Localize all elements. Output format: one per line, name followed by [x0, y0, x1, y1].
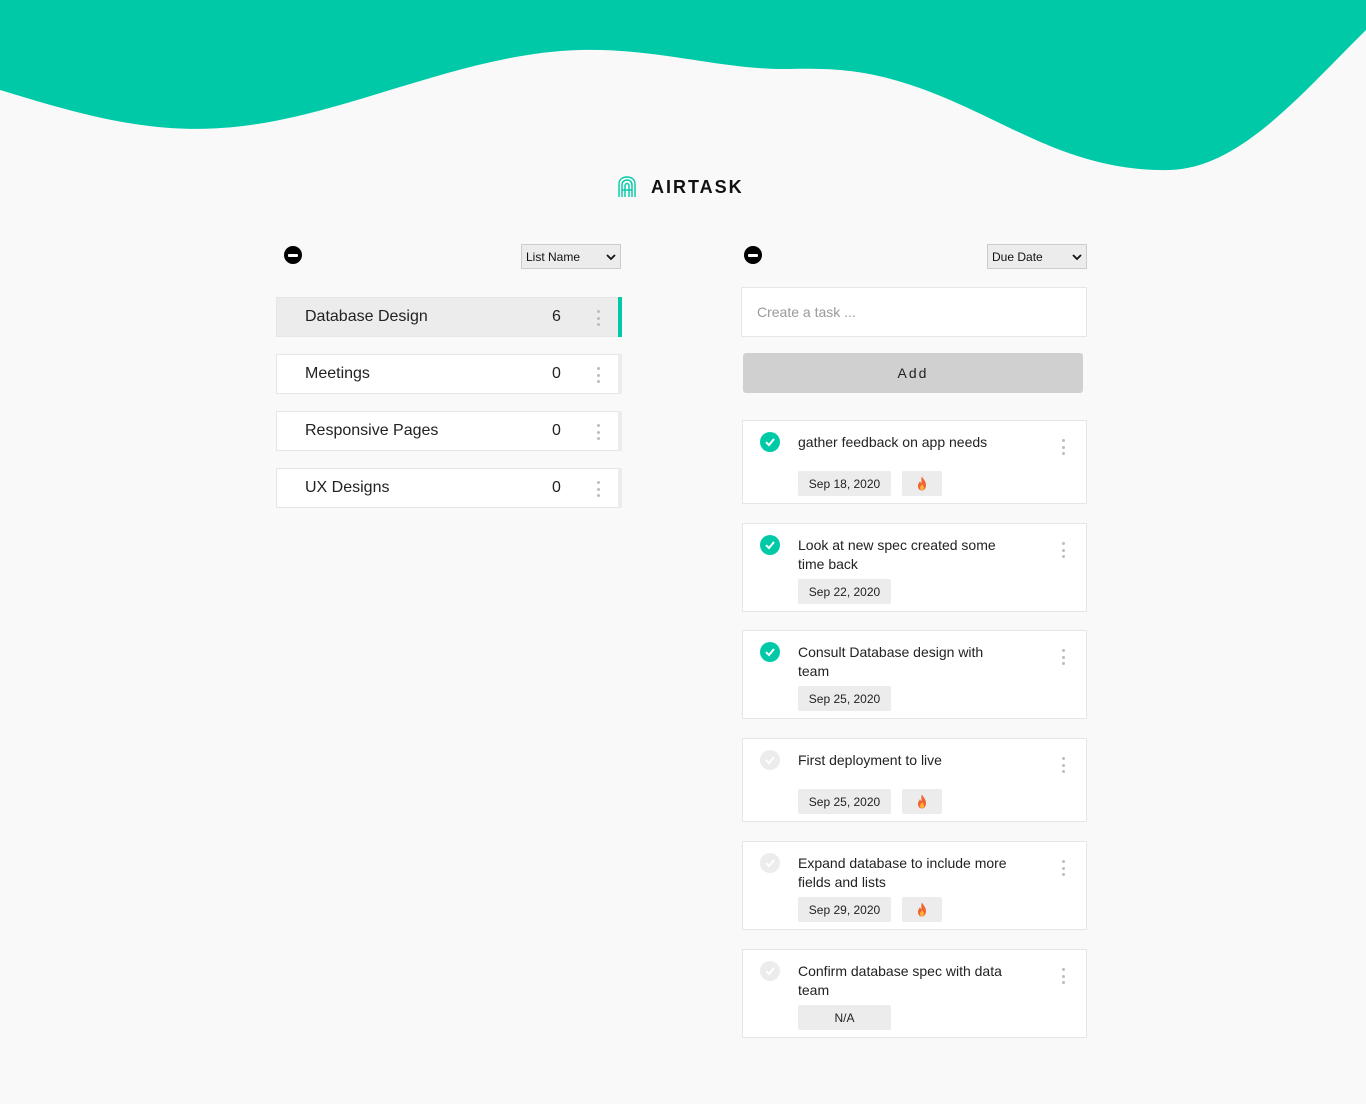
- list-name: Responsive Pages: [305, 422, 439, 439]
- task-sort-select[interactable]: Due Date: [987, 244, 1087, 269]
- fire-icon: [918, 902, 926, 917]
- list-name: Database Design: [305, 308, 428, 325]
- list-sort-select[interactable]: List Name: [521, 244, 621, 269]
- add-task-button[interactable]: Add: [743, 353, 1083, 393]
- task-text: gather feedback on app needs: [798, 434, 988, 450]
- list-count: 0: [552, 365, 561, 382]
- due-date-badge: Sep 25, 2020: [798, 686, 891, 711]
- due-date-badge: Sep 18, 2020: [798, 471, 891, 496]
- brand: AIRTASK: [617, 176, 744, 198]
- due-date-badge: Sep 29, 2020: [798, 897, 891, 922]
- list-options-icon[interactable]: [596, 424, 600, 440]
- task-card[interactable]: Expand database to include more fields a…: [742, 841, 1087, 930]
- header-wave: [0, 0, 1366, 171]
- list-name: UX Designs: [305, 479, 390, 496]
- due-date-badge: N/A: [798, 1005, 891, 1030]
- list-item-database-design[interactable]: Database Design 6: [276, 297, 622, 337]
- task-done-check[interactable]: [760, 853, 780, 873]
- create-task-input[interactable]: [741, 287, 1087, 337]
- task-options-icon[interactable]: [1061, 649, 1065, 665]
- task-sort-value: Due Date: [992, 249, 1043, 264]
- list-edge: [618, 468, 622, 508]
- check-icon: [765, 967, 775, 976]
- list-edge: [618, 354, 622, 394]
- check-icon: [765, 438, 775, 447]
- list-item-responsive-pages[interactable]: Responsive Pages 0: [276, 411, 622, 451]
- check-icon: [765, 648, 775, 657]
- list-count: 6: [552, 308, 561, 325]
- check-icon: [765, 756, 775, 765]
- task-text: Expand database to include more fields a…: [798, 855, 1007, 890]
- collapse-tasks-button[interactable]: [744, 246, 762, 264]
- list-item-ux-designs[interactable]: UX Designs 0: [276, 468, 622, 508]
- fire-icon: [918, 476, 926, 491]
- task-text: Confirm database spec with data team: [798, 963, 1002, 998]
- task-options-icon[interactable]: [1061, 542, 1065, 558]
- task-done-check[interactable]: [760, 535, 780, 555]
- task-options-icon[interactable]: [1061, 439, 1065, 455]
- task-options-icon[interactable]: [1061, 968, 1065, 984]
- list-count: 0: [552, 479, 561, 496]
- task-card[interactable]: First deployment to live Sep 25, 2020: [742, 738, 1087, 822]
- list-options-icon[interactable]: [596, 367, 600, 383]
- due-date-badge: Sep 25, 2020: [798, 789, 891, 814]
- task-text: First deployment to live: [798, 752, 942, 768]
- list-count: 0: [552, 422, 561, 439]
- due-date-badge: Sep 22, 2020: [798, 579, 891, 604]
- airtask-logo-icon: [618, 176, 636, 197]
- task-options-icon[interactable]: [1061, 757, 1065, 773]
- task-done-check[interactable]: [760, 750, 780, 770]
- tasks-panel: Due Date Add gather feedback on app need…: [741, 243, 1087, 1038]
- task-text: Consult Database design with team: [798, 644, 984, 679]
- task-options-icon[interactable]: [1061, 860, 1065, 876]
- active-indicator: [618, 297, 622, 337]
- list-options-icon[interactable]: [596, 310, 600, 326]
- tasks-panel-header: Due Date: [741, 243, 1087, 271]
- task-card[interactable]: Confirm database spec with data team N/A: [742, 949, 1087, 1038]
- fire-icon: [918, 794, 926, 809]
- task-card[interactable]: Consult Database design with team Sep 25…: [742, 630, 1087, 719]
- chevron-down-icon: [606, 253, 616, 260]
- list-edge: [618, 411, 622, 451]
- lists-panel-header: List Name: [276, 243, 622, 271]
- list-item-meetings[interactable]: Meetings 0: [276, 354, 622, 394]
- list-name: Meetings: [305, 365, 370, 382]
- chevron-down-icon: [1072, 253, 1082, 260]
- priority-badge[interactable]: [902, 789, 942, 814]
- priority-badge[interactable]: [902, 897, 942, 922]
- priority-badge[interactable]: [902, 471, 942, 496]
- lists-panel: List Name Database Design 6 Meetings 0 R…: [276, 243, 622, 525]
- collapse-lists-button[interactable]: [284, 246, 302, 264]
- check-icon: [765, 541, 775, 550]
- task-text: Look at new spec created some time back: [798, 537, 996, 572]
- brand-name: AIRTASK: [651, 176, 744, 197]
- task-done-check[interactable]: [760, 642, 780, 662]
- task-done-check[interactable]: [760, 961, 780, 981]
- task-card[interactable]: Look at new spec created some time back …: [742, 523, 1087, 612]
- task-done-check[interactable]: [760, 432, 780, 452]
- task-card[interactable]: gather feedback on app needs Sep 18, 202…: [742, 420, 1087, 504]
- list-options-icon[interactable]: [596, 481, 600, 497]
- list-sort-value: List Name: [526, 249, 581, 264]
- check-icon: [765, 859, 775, 868]
